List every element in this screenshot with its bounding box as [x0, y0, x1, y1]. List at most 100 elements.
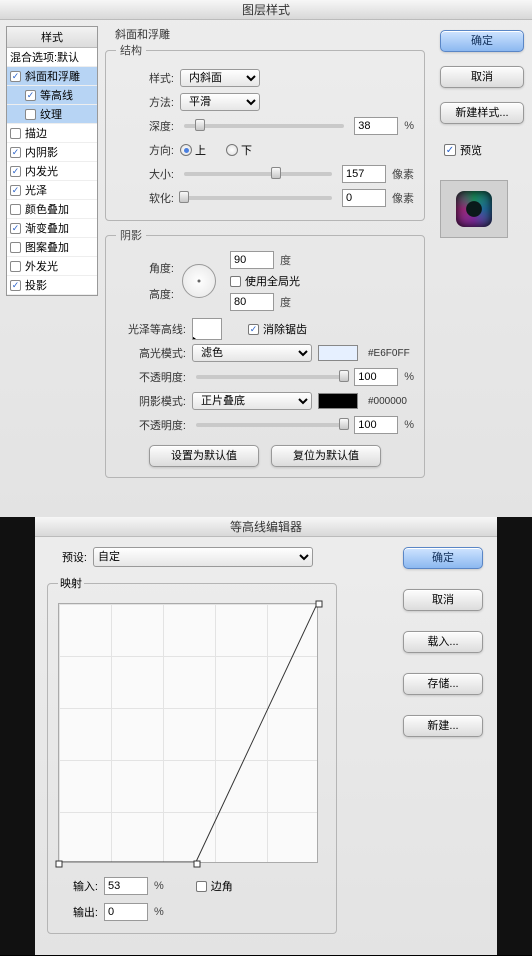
structure-group: 结构 样式: 内斜面 方法: 平滑 深度: %	[105, 42, 425, 221]
checkbox-icon[interactable]	[10, 147, 21, 158]
label-style: 样式:	[116, 70, 174, 86]
highlight-mode-select[interactable]: 滤色	[192, 344, 312, 362]
style-row-label: 描边	[25, 125, 47, 141]
style-row-12[interactable]: 投影	[7, 276, 97, 295]
label-gloss-contour: 光泽等高线:	[116, 321, 186, 337]
curve-handle[interactable]	[194, 861, 201, 868]
down-label: 下	[241, 142, 252, 158]
label-sh-opacity: 不透明度:	[116, 417, 186, 433]
global-light-label: 使用全局光	[245, 273, 300, 289]
style-row-5[interactable]: 内阴影	[7, 143, 97, 162]
curve-line	[59, 604, 317, 862]
checkbox-icon[interactable]	[10, 71, 21, 82]
ok-button[interactable]: 确定	[440, 30, 524, 52]
checkbox-icon[interactable]	[10, 280, 21, 291]
curve-handle[interactable]	[316, 601, 323, 608]
label-preset: 预设:	[47, 549, 87, 565]
style-row-6[interactable]: 内发光	[7, 162, 97, 181]
style-list: 样式 混合选项:默认斜面和浮雕等高线纹理描边内阴影内发光光泽颜色叠加渐变叠加图案…	[6, 26, 98, 296]
direction-up-radio[interactable]: 上	[180, 142, 206, 158]
size-input[interactable]	[342, 165, 386, 183]
style-row-9[interactable]: 渐变叠加	[7, 219, 97, 238]
style-row-label: 内发光	[25, 163, 58, 179]
px-unit: 像素	[392, 166, 414, 182]
style-row-4[interactable]: 描边	[7, 124, 97, 143]
input-value[interactable]	[104, 877, 148, 895]
contour-editor-content: 预设: 自定 映射 输入:	[35, 537, 497, 944]
checkbox-icon[interactable]	[10, 185, 21, 196]
gloss-contour-swatch[interactable]	[192, 318, 222, 340]
contour-cancel-button[interactable]: 取消	[403, 589, 483, 611]
depth-input[interactable]	[354, 117, 398, 135]
style-row-label: 内阴影	[25, 144, 58, 160]
cancel-button[interactable]: 取消	[440, 66, 524, 88]
hl-opacity-slider[interactable]	[196, 375, 344, 379]
angle-input[interactable]	[230, 251, 274, 269]
sh-opacity-input[interactable]	[354, 416, 398, 434]
side-buttons: 确定 取消 新建样式... 预览	[440, 30, 524, 238]
depth-slider[interactable]	[184, 124, 344, 128]
label-size: 大小:	[116, 166, 174, 182]
style-row-0[interactable]: 混合选项:默认	[7, 48, 97, 67]
style-row-label: 混合选项:默认	[10, 49, 79, 65]
altitude-input[interactable]	[230, 293, 274, 311]
label-direction: 方向:	[116, 142, 174, 158]
method-select[interactable]: 平滑	[180, 93, 260, 111]
preview-checkbox[interactable]: 预览	[440, 142, 524, 158]
style-select[interactable]: 内斜面	[180, 69, 260, 87]
contour-new-button[interactable]: 新建...	[403, 715, 483, 737]
reset-default-button[interactable]: 复位为默认值	[271, 445, 381, 467]
size-slider[interactable]	[184, 172, 332, 176]
shadow-mode-select[interactable]: 正片叠底	[192, 392, 312, 410]
style-row-7[interactable]: 光泽	[7, 181, 97, 200]
angle-dial[interactable]	[182, 264, 216, 298]
label-angle: 角度:	[116, 260, 174, 276]
corner-checkbox[interactable]: 边角	[196, 878, 233, 894]
preset-select[interactable]: 自定	[93, 547, 313, 567]
style-row-10[interactable]: 图案叠加	[7, 238, 97, 257]
checkbox-icon[interactable]	[10, 166, 21, 177]
highlight-color-swatch[interactable]	[318, 345, 358, 361]
style-row-11[interactable]: 外发光	[7, 257, 97, 276]
antialias-checkbox[interactable]: 消除锯齿	[248, 321, 307, 337]
checkbox-icon[interactable]	[25, 109, 36, 120]
checkmark-icon	[248, 324, 259, 335]
checkbox-icon[interactable]	[10, 128, 21, 139]
checkbox-icon[interactable]	[10, 261, 21, 272]
sh-opacity-slider[interactable]	[196, 423, 344, 427]
mapping-group: 映射 输入: % 边角	[47, 575, 337, 934]
checkbox-icon[interactable]	[10, 223, 21, 234]
style-row-label: 渐变叠加	[25, 220, 69, 236]
contour-load-button[interactable]: 载入...	[403, 631, 483, 653]
label-shadow-mode: 阴影模式:	[116, 393, 186, 409]
soften-slider[interactable]	[184, 196, 332, 200]
curve-handle[interactable]	[56, 861, 63, 868]
soften-input[interactable]	[342, 189, 386, 207]
curve-area[interactable]	[58, 603, 318, 863]
checkbox-icon[interactable]	[10, 242, 21, 253]
percent-unit: %	[404, 120, 414, 132]
contour-ok-button[interactable]: 确定	[403, 547, 483, 569]
style-row-label: 外发光	[25, 258, 58, 274]
contour-save-button[interactable]: 存储...	[403, 673, 483, 695]
style-row-3[interactable]: 纹理	[7, 105, 97, 124]
global-light-checkbox[interactable]: 使用全局光	[230, 273, 300, 289]
highlight-color-label: #E6F0FF	[368, 348, 410, 359]
output-value[interactable]	[104, 903, 148, 921]
style-row-label: 图案叠加	[25, 239, 69, 255]
direction-down-radio[interactable]: 下	[226, 142, 252, 158]
checkbox-icon[interactable]	[25, 90, 36, 101]
style-row-label: 光泽	[25, 182, 47, 198]
style-row-8[interactable]: 颜色叠加	[7, 200, 97, 219]
make-default-button[interactable]: 设置为默认值	[149, 445, 259, 467]
hl-opacity-input[interactable]	[354, 368, 398, 386]
preview-swatch	[440, 180, 508, 238]
shadow-color-swatch[interactable]	[318, 393, 358, 409]
checkbox-icon[interactable]	[10, 204, 21, 215]
label-highlight-mode: 高光模式:	[116, 345, 186, 361]
new-style-button[interactable]: 新建样式...	[440, 102, 524, 124]
style-row-2[interactable]: 等高线	[7, 86, 97, 105]
style-row-1[interactable]: 斜面和浮雕	[7, 67, 97, 86]
default-buttons: 设置为默认值 复位为默认值	[116, 445, 414, 467]
radio-dot-icon	[180, 144, 192, 156]
